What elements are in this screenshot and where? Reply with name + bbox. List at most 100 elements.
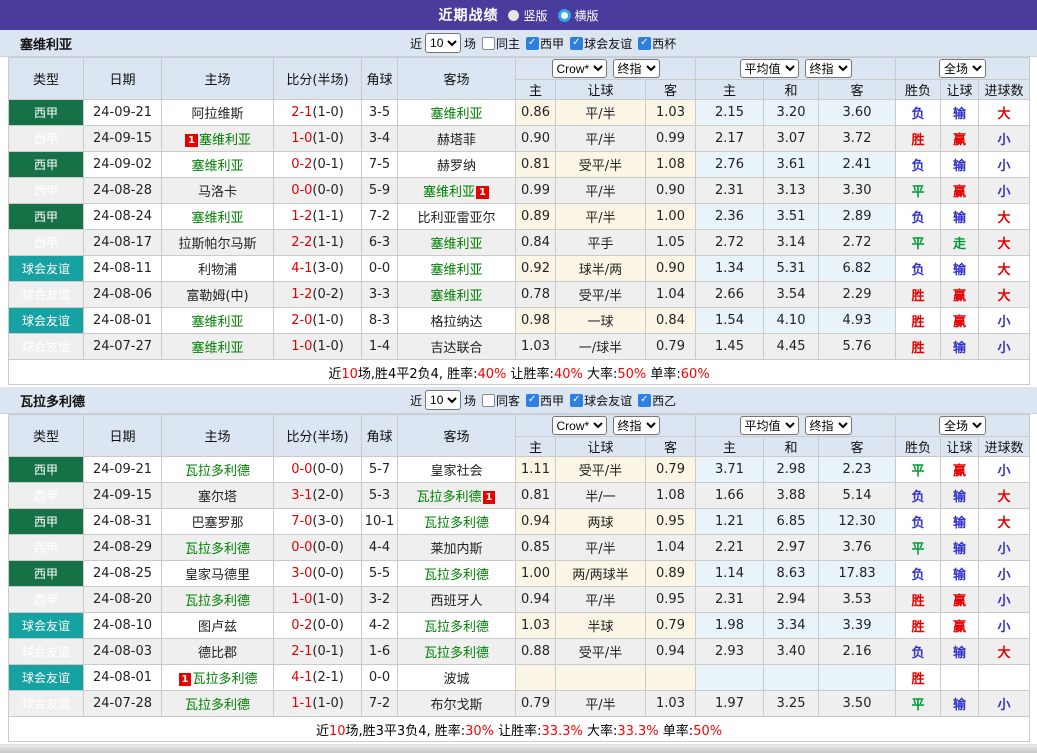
crow-handicap: 受平/半 — [556, 282, 646, 308]
crow-handicap: 球半/两 — [556, 256, 646, 282]
full-match-select[interactable]: 全场 — [939, 416, 986, 435]
same-venue-checkbox[interactable] — [482, 37, 495, 50]
final-odds-select[interactable]: 终指 — [613, 416, 660, 435]
avg-odds-select[interactable]: 平均值 — [740, 59, 799, 78]
halftime-score: (0-0) — [312, 540, 343, 555]
team-link[interactable]: 瓦拉多利德 — [424, 568, 489, 583]
league-checkbox-friendly[interactable] — [570, 37, 583, 50]
team-link[interactable]: 瓦拉多利德 — [424, 646, 489, 661]
league-type-cell: 西甲 — [9, 204, 84, 230]
crow-odds-select[interactable]: Crow* — [552, 59, 607, 78]
corner-cell: 7-2 — [362, 204, 398, 230]
avg-home-odds: 2.72 — [696, 230, 764, 256]
league-label-laliga: 西甲 — [540, 392, 564, 409]
crow-home-odds: 0.88 — [516, 639, 556, 665]
team-name-text: 莱加内斯 — [430, 542, 482, 557]
match-row: 西甲24-08-29瓦拉多利德0-0(0-0)4-4莱加内斯0.85平/半1.0… — [9, 535, 1030, 561]
away-team-cell: 塞维利亚 — [398, 256, 516, 282]
avg-away-odds: 2.23 — [819, 457, 896, 483]
league-checkbox-laliga[interactable] — [526, 37, 539, 50]
match-row: 西甲24-09-15塞尔塔3-1(2-0)5-3瓦拉多利德10.81半/一1.0… — [9, 483, 1030, 509]
result-wdl: 负 — [896, 100, 941, 126]
team-link[interactable]: 塞维利亚 — [430, 263, 482, 278]
col-crow-handicap: 让球 — [556, 80, 646, 100]
team-name-text: 阿拉维斯 — [191, 107, 243, 122]
col-crow-home: 主 — [516, 437, 556, 457]
team-link[interactable]: 塞维利亚 — [191, 315, 243, 330]
crow-handicap: 受平/半 — [556, 152, 646, 178]
match-row: 球会友谊24-08-10图卢兹0-2(0-0)4-2瓦拉多利德1.03半球0.7… — [9, 613, 1030, 639]
layout-radio-vertical[interactable]: 竖版 — [508, 7, 547, 24]
away-team-cell: 塞维利亚 — [398, 100, 516, 126]
fulltime-score: 1-2 — [291, 209, 312, 224]
team-link[interactable]: 瓦拉多利德 — [185, 698, 250, 713]
fulltime-score: 0-0 — [291, 540, 312, 555]
result-handicap: 赢 — [941, 308, 979, 334]
final-avg-select[interactable]: 终指 — [805, 59, 852, 78]
team-link[interactable]: 塞维利亚 — [191, 211, 243, 226]
result-wdl: 负 — [896, 509, 941, 535]
league-type-cell: 西甲 — [9, 126, 84, 152]
league-checkbox-laliga[interactable] — [526, 394, 539, 407]
team-link[interactable]: 瓦拉多利德 — [417, 490, 482, 505]
league-checkbox-segunda[interactable] — [638, 394, 651, 407]
result-goals — [979, 665, 1030, 691]
league-label-cup: 西杯 — [652, 35, 676, 52]
avg-odds-select[interactable]: 平均值 — [740, 416, 799, 435]
team-link[interactable]: 瓦拉多利德 — [424, 516, 489, 531]
away-team-cell: 瓦拉多利德 — [398, 639, 516, 665]
team-link[interactable]: 塞维利亚 — [191, 341, 243, 356]
halftime-score: (2-0) — [312, 488, 343, 503]
result-handicap: 赢 — [941, 126, 979, 152]
halftime-score: (1-0) — [312, 339, 343, 354]
crow-handicap: 平/半 — [556, 178, 646, 204]
date-cell: 24-08-24 — [84, 204, 162, 230]
result-wdl: 负 — [896, 639, 941, 665]
team-link[interactable]: 瓦拉多利德 — [192, 672, 257, 687]
league-checkbox-cup[interactable] — [638, 37, 651, 50]
fulltime-score: 3-0 — [291, 566, 312, 581]
same-venue-checkbox[interactable] — [482, 394, 495, 407]
team-link[interactable]: 瓦拉多利德 — [185, 542, 250, 557]
result-handicap: 输 — [941, 256, 979, 282]
crow-home-odds: 1.03 — [516, 334, 556, 360]
summary-part: 单率: — [646, 367, 681, 382]
team-link[interactable]: 瓦拉多利德 — [424, 620, 489, 635]
crow-home-odds: 0.86 — [516, 100, 556, 126]
col-goals: 进球数 — [979, 80, 1030, 100]
team-link[interactable]: 塞维利亚 — [430, 289, 482, 304]
team-link[interactable]: 塞维利亚 — [423, 185, 475, 200]
team-link[interactable]: 塞维利亚 — [199, 133, 251, 148]
final-avg-select[interactable]: 终指 — [805, 416, 852, 435]
final-odds-select[interactable]: 终指 — [613, 59, 660, 78]
crow-handicap: 平/半 — [556, 535, 646, 561]
radio-unselected-icon[interactable] — [558, 9, 571, 22]
match-row: 球会友谊24-08-011瓦拉多利德4-1(2-1)0-0波城胜 — [9, 665, 1030, 691]
team-link[interactable]: 塞维利亚 — [430, 237, 482, 252]
match-count-select[interactable]: 10 — [425, 390, 461, 410]
date-cell: 24-07-27 — [84, 334, 162, 360]
result-wdl: 胜 — [896, 665, 941, 691]
score-cell: 1-0(1-0) — [274, 126, 362, 152]
radio-selected-icon[interactable] — [508, 10, 519, 21]
layout-radio-horizontal[interactable]: 横版 — [558, 7, 599, 24]
full-match-select[interactable]: 全场 — [939, 59, 986, 78]
crow-handicap: 平/半 — [556, 100, 646, 126]
fulltime-score: 0-2 — [291, 157, 312, 172]
team-link[interactable]: 瓦拉多利德 — [185, 464, 250, 479]
avg-home-odds: 2.15 — [696, 100, 764, 126]
team-link[interactable]: 塞维利亚 — [430, 107, 482, 122]
crow-odds-select[interactable]: Crow* — [552, 416, 607, 435]
team-link[interactable]: 瓦拉多利德 — [185, 594, 250, 609]
home-team-cell: 瓦拉多利德 — [162, 535, 274, 561]
team-link[interactable]: 塞维利亚 — [191, 159, 243, 174]
summary-part: 33.3% — [617, 724, 658, 739]
fulltime-score: 1-0 — [291, 339, 312, 354]
league-checkbox-friendly[interactable] — [570, 394, 583, 407]
home-team-cell: 利物浦 — [162, 256, 274, 282]
score-cell: 0-0(0-0) — [274, 178, 362, 204]
avg-away-odds: 2.89 — [819, 204, 896, 230]
match-count-select[interactable]: 10 — [425, 33, 461, 53]
section-head-valladolid: 瓦拉多利德 近 10 场 同客 西甲 球会友谊 西乙 — [0, 387, 1037, 414]
summary-part: 50% — [617, 367, 646, 382]
